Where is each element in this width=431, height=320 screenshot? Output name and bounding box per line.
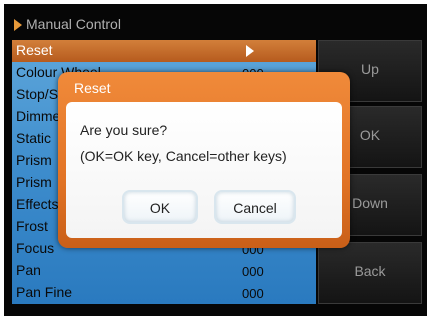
dialog-body: Are you sure? (OK=OK key, Cancel=other k… <box>66 102 342 238</box>
menu-item-label: Frost <box>16 218 48 234</box>
menu-item-value: 000 <box>242 286 264 301</box>
menu-item-reset[interactable]: Reset <box>12 40 316 62</box>
cancel-button-label: Cancel <box>233 200 277 216</box>
dialog-question: Are you sure? <box>80 122 168 138</box>
menu-item-label: Static <box>16 130 52 146</box>
dialog-title: Reset <box>74 80 111 96</box>
menu-item-label: Pan Fine <box>16 284 73 300</box>
menu-item-label: Effects <box>16 196 59 212</box>
back-button-label: Back <box>354 263 386 279</box>
device-screen: Manual Control Reset Colour Wheel 000 St… <box>4 4 427 316</box>
menu-item-value: 000 <box>242 264 264 279</box>
title-bar: Manual Control <box>12 14 312 36</box>
title-arrow-icon <box>14 19 22 31</box>
menu-item-pan[interactable]: Pan 000 <box>12 260 316 282</box>
ok-button-label: OK <box>149 200 171 216</box>
menu-item-label: Prism <box>16 152 52 168</box>
page-title: Manual Control <box>26 16 121 32</box>
selected-arrow-icon <box>246 45 254 57</box>
menu-item-pan-fine[interactable]: Pan Fine 000 <box>12 282 316 304</box>
ok-button[interactable]: OK <box>122 190 198 224</box>
menu-item-label: Dimme <box>16 108 61 124</box>
dialog-hint: (OK=OK key, Cancel=other keys) <box>80 148 287 164</box>
menu-item-label: Focus <box>16 240 55 256</box>
back-button[interactable]: Back <box>318 242 422 304</box>
reset-dialog: Reset Are you sure? (OK=OK key, Cancel=o… <box>58 72 350 248</box>
menu-item-label: Pan <box>16 262 41 278</box>
menu-item-label: Reset <box>16 42 53 58</box>
menu-item-label: Stop/S <box>16 86 59 102</box>
menu-item-label: Prism <box>16 174 52 190</box>
cancel-button[interactable]: Cancel <box>214 190 296 224</box>
